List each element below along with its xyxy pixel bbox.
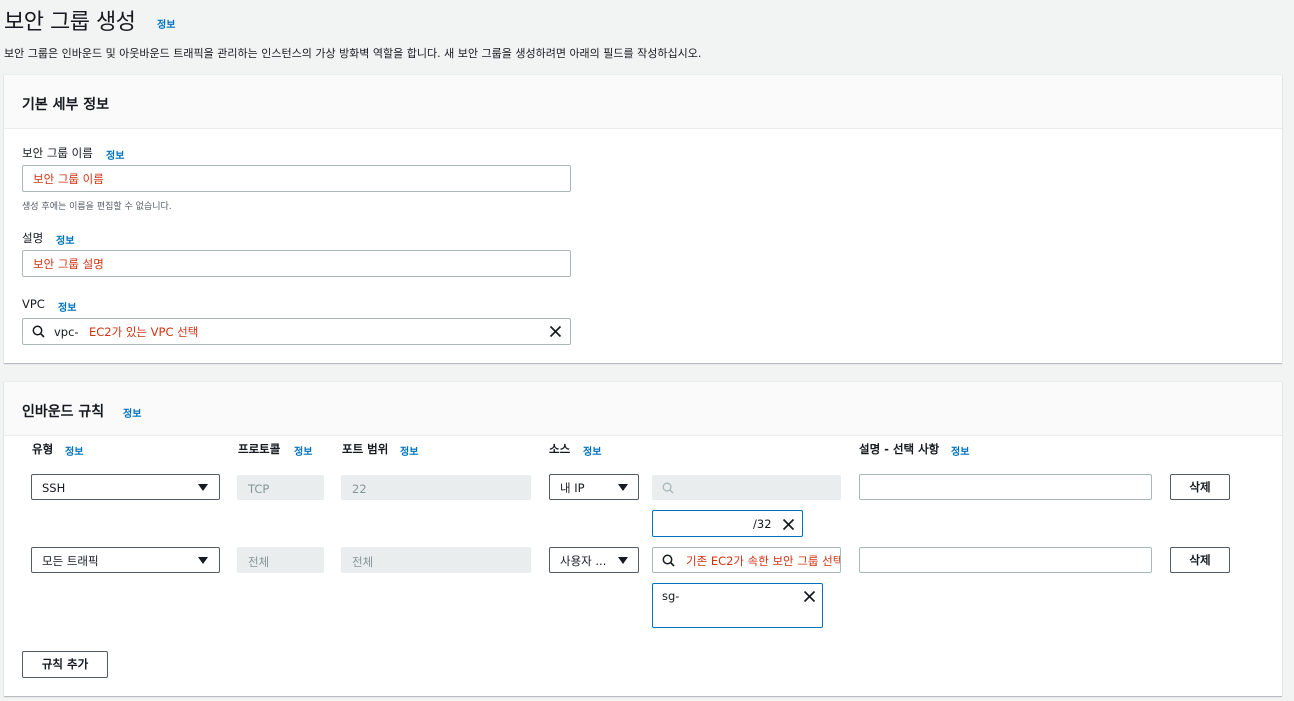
rule-2-description-input[interactable] xyxy=(859,547,1152,573)
col-type: 유형 xyxy=(32,442,54,456)
rule-2-type-value: 모든 트래픽 xyxy=(42,554,99,568)
rule-1-protocol: TCP xyxy=(237,475,324,500)
inbound-rules-info-link[interactable]: 정보 xyxy=(123,405,141,420)
rule-1-port-value: 22 xyxy=(352,482,367,496)
chevron-down-icon xyxy=(198,484,208,491)
clear-icon[interactable] xyxy=(549,325,562,338)
sg-name-input[interactable]: 보안 그룹 이름 xyxy=(22,165,571,192)
basic-details-heading: 기본 세부 정보 xyxy=(22,97,110,113)
page-title-info-link[interactable]: 정보 xyxy=(157,16,175,31)
description-info-link[interactable]: 정보 xyxy=(56,232,74,247)
rule-1-port: 22 xyxy=(341,475,531,500)
col-description-info-link[interactable]: 정보 xyxy=(951,443,969,458)
rule-2-source-select[interactable]: 사용자 ... xyxy=(549,547,639,573)
rule-1-type-select[interactable]: SSH xyxy=(31,474,220,500)
rule-2-protocol: 전체 xyxy=(237,547,324,573)
col-source: 소스 xyxy=(549,442,571,456)
rule-2-protocol-value: 전체 xyxy=(248,555,270,569)
basic-details-header: 기본 세부 정보 xyxy=(4,75,1282,129)
search-icon xyxy=(32,325,45,338)
chevron-down-icon xyxy=(618,557,628,564)
remove-token-icon[interactable] xyxy=(803,590,816,603)
search-icon xyxy=(662,482,674,494)
rule-2-source-search[interactable]: 기존 EC2가 속한 보안 그룹 선택 xyxy=(652,547,841,573)
rule-2-delete-button[interactable]: 삭제 xyxy=(1170,547,1230,573)
inbound-rules-header: 인바운드 규칙 정보 xyxy=(4,382,1282,436)
basic-details-panel: 기본 세부 정보 보안 그룹 이름 정보 보안 그룹 이름 생성 후에는 이름을… xyxy=(4,74,1282,363)
sg-name-value: 보안 그룹 이름 xyxy=(33,172,104,186)
rule-1-source-value: 내 IP xyxy=(560,481,585,495)
rule-1-source-token: /32 xyxy=(652,510,803,537)
col-protocol-info-link[interactable]: 정보 xyxy=(294,443,312,458)
chevron-down-icon xyxy=(198,557,208,564)
search-icon xyxy=(662,554,675,567)
col-description: 설명 - 선택 사항 xyxy=(859,442,940,456)
sg-name-info-link[interactable]: 정보 xyxy=(106,147,124,162)
rule-1-delete-label: 삭제 xyxy=(1189,480,1211,494)
rule-1-protocol-value: TCP xyxy=(248,482,270,496)
rule-2-source-value: 사용자 ... xyxy=(560,554,607,568)
page-title: 보안 그룹 생성 xyxy=(4,10,136,35)
add-rule-button[interactable]: 규칙 추가 xyxy=(22,651,108,678)
rule-1-token-value: /32 xyxy=(753,517,772,531)
rule-2-type-select[interactable]: 모든 트래픽 xyxy=(31,547,220,573)
rule-1-description-input[interactable] xyxy=(859,474,1152,500)
page-description: 보안 그룹은 인바운드 및 아웃바운드 트래픽을 관리하는 인스턴스의 가상 방… xyxy=(4,47,702,60)
remove-token-icon[interactable] xyxy=(782,518,795,531)
col-type-info-link[interactable]: 정보 xyxy=(65,443,83,458)
col-source-info-link[interactable]: 정보 xyxy=(583,443,601,458)
rule-2-source-token: sg- xyxy=(652,583,823,628)
sg-name-hint: 생성 후에는 이름을 편집할 수 없습니다. xyxy=(22,202,172,212)
add-rule-label: 규칙 추가 xyxy=(41,657,89,671)
col-port: 포트 범위 xyxy=(342,442,389,456)
vpc-select-input[interactable]: vpc- EC2가 있는 VPC 선택 xyxy=(22,318,571,345)
description-input[interactable]: 보안 그룹 설명 xyxy=(22,250,571,277)
vpc-label: VPC xyxy=(22,297,45,311)
vpc-info-link[interactable]: 정보 xyxy=(58,299,76,314)
sg-name-label: 보안 그룹 이름 xyxy=(22,146,93,160)
rule-2-source-search-value: 기존 EC2가 속한 보안 그룹 선택 xyxy=(686,554,841,568)
rule-1-source-search[interactable] xyxy=(652,475,841,500)
description-value: 보안 그룹 설명 xyxy=(33,257,104,271)
vpc-value: EC2가 있는 VPC 선택 xyxy=(89,325,199,339)
rule-2-port: 전체 xyxy=(341,547,531,573)
col-protocol: 프로토콜 xyxy=(238,442,281,456)
rule-2-port-value: 전체 xyxy=(352,555,374,569)
rule-1-source-select[interactable]: 내 IP xyxy=(549,474,639,500)
rule-2-delete-label: 삭제 xyxy=(1189,553,1211,567)
description-label: 설명 xyxy=(22,231,44,245)
rule-2-token-value: sg- xyxy=(662,589,680,603)
inbound-rules-heading: 인바운드 규칙 xyxy=(22,404,105,420)
vpc-prefix: vpc- xyxy=(54,325,79,339)
col-port-info-link[interactable]: 정보 xyxy=(400,443,418,458)
inbound-rules-panel: 인바운드 규칙 정보 유형 정보 프로토콜 정보 포트 범위 정보 소스 정보 … xyxy=(4,381,1282,696)
rule-1-type-value: SSH xyxy=(42,481,66,495)
rule-1-delete-button[interactable]: 삭제 xyxy=(1170,474,1230,500)
chevron-down-icon xyxy=(618,484,628,491)
